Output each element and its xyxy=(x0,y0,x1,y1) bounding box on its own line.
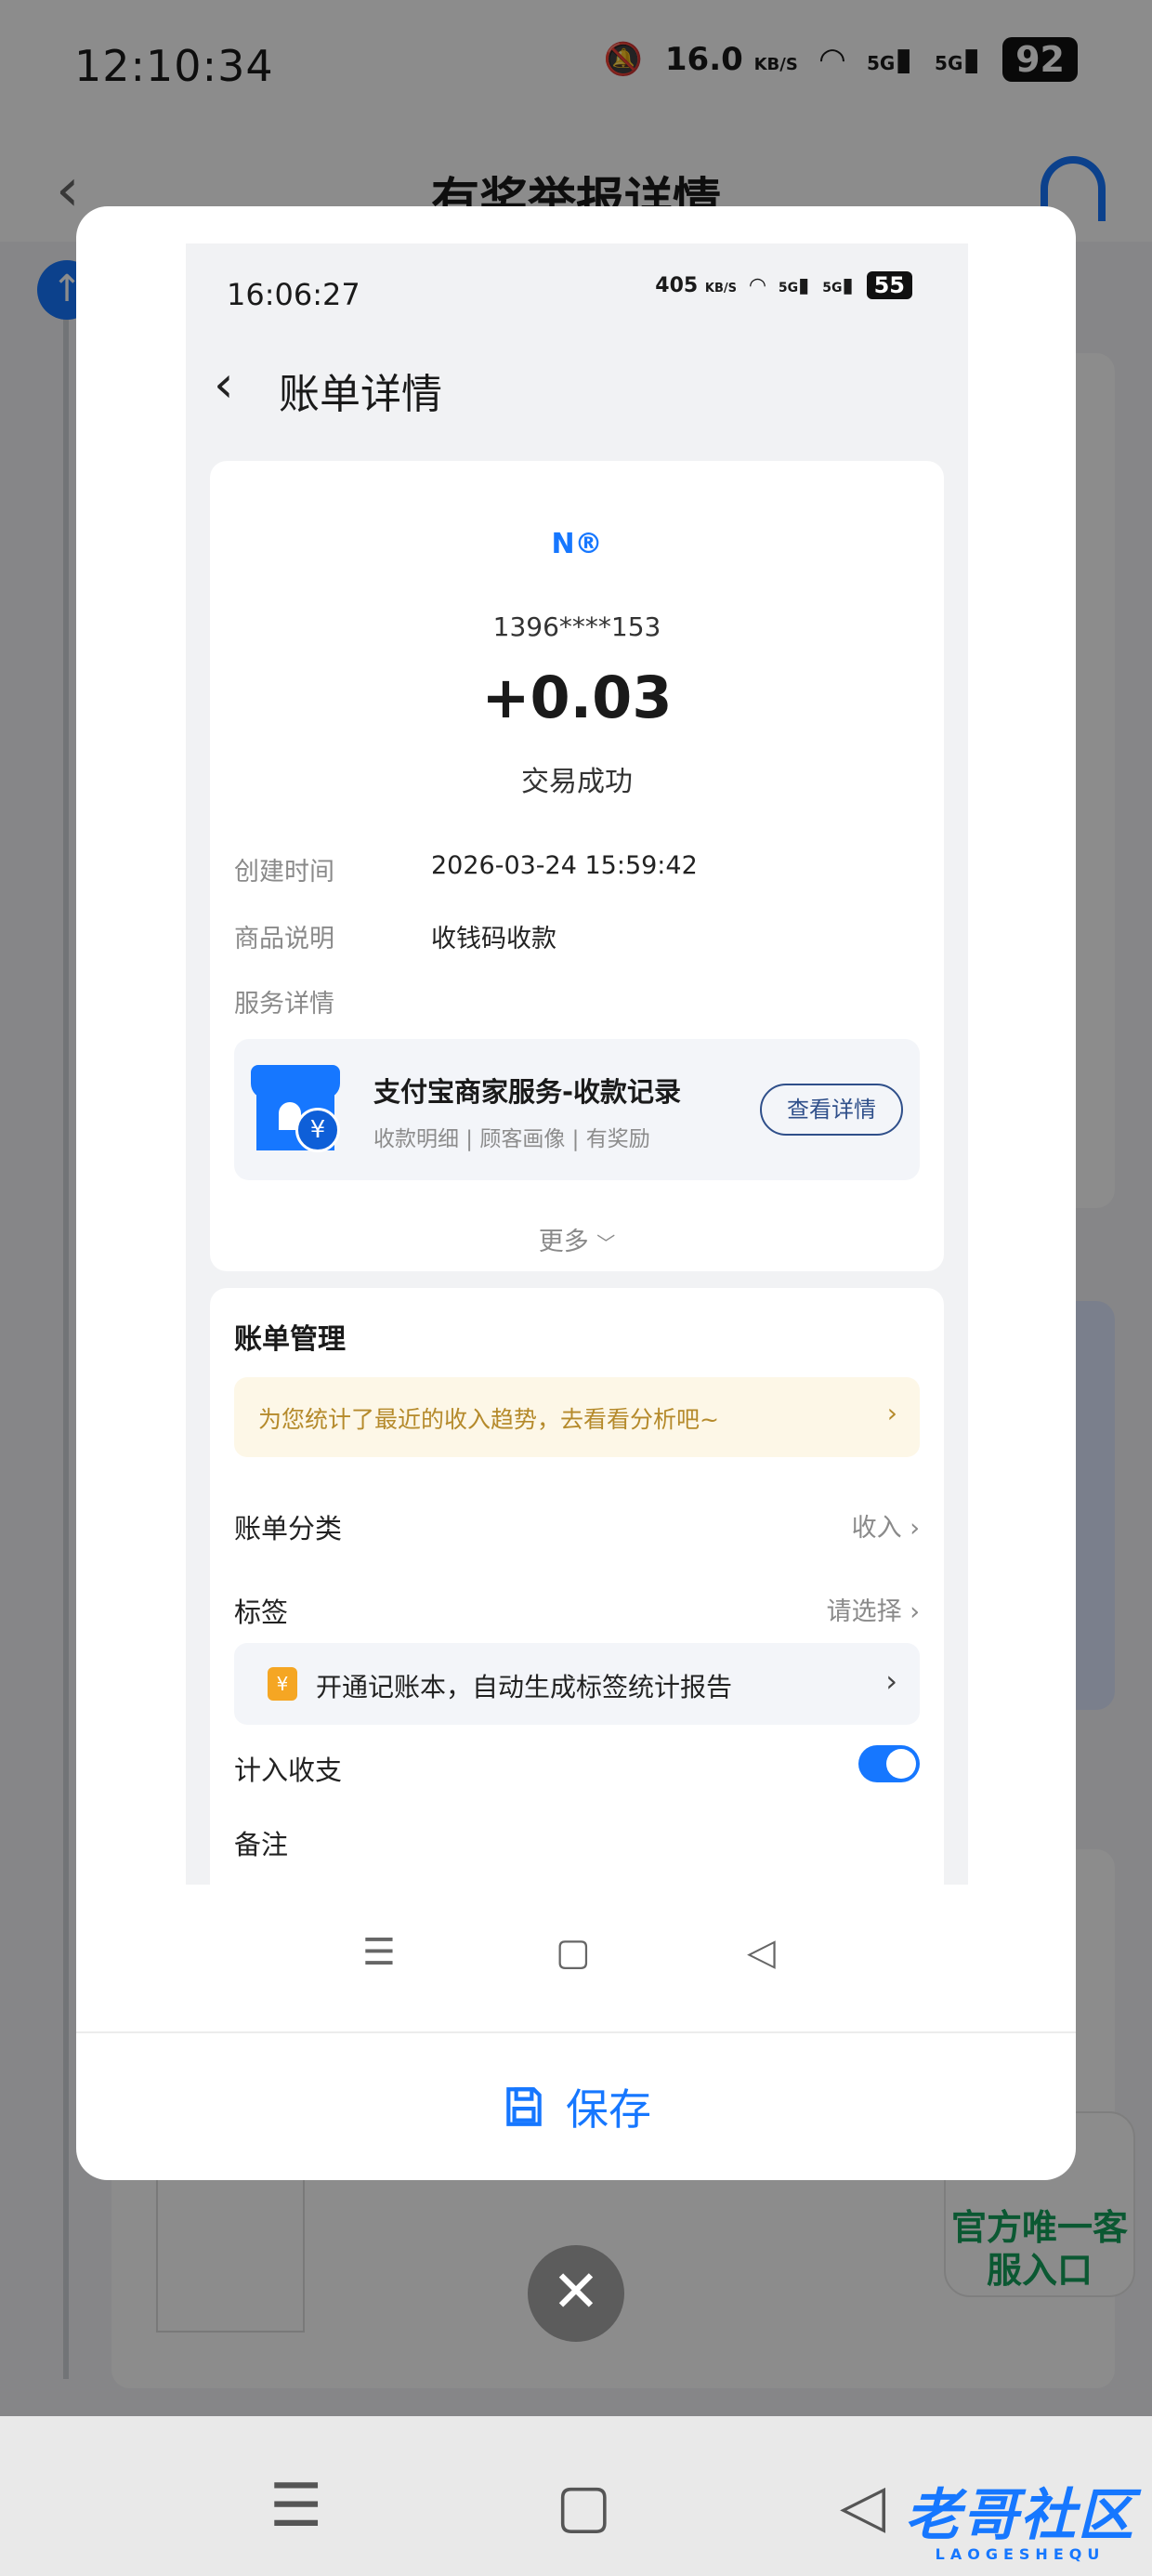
watermark-logo: 老哥社区 LAOGESHEQU xyxy=(905,2483,1135,2563)
home-icon[interactable]: ▢ xyxy=(556,2472,611,2541)
system-nav-bar: ☰ ▢ ◁ 老哥社区 LAOGESHEQU xyxy=(0,2416,1152,2576)
yuan-coin-icon: ¥ xyxy=(295,1108,340,1152)
chevron-right-icon: › xyxy=(886,1398,897,1428)
view-details-button: 查看详情 xyxy=(760,1084,903,1136)
merchant-logo: N® xyxy=(551,528,603,560)
screenshot-status-icons: 405 KB/S ◠ 5G▮ 5G▮ 55 xyxy=(655,271,912,299)
screenshot-status-time: 16:06:27 xyxy=(227,277,360,312)
category-value: 收入 › xyxy=(851,1514,920,1543)
amount: +0.03 xyxy=(481,664,673,731)
counterparty: 1396****153 xyxy=(492,611,661,642)
image-preview-modal: 16:06:27 405 KB/S ◠ 5G▮ 5G▮ 55 ‹ 账单详情 N®… xyxy=(76,206,1076,2180)
back-triangle-icon[interactable]: ◁ xyxy=(840,2472,885,2541)
screenshot-battery-icon: 55 xyxy=(866,271,912,299)
chevron-right-icon: › xyxy=(885,1663,897,1699)
field-label: 商品说明 xyxy=(234,925,334,953)
note-label: 备注 xyxy=(234,1829,289,1860)
bill-screenshot: 16:06:27 405 KB/S ◠ 5G▮ 5G▮ 55 ‹ 账单详情 N®… xyxy=(186,243,968,2067)
bill-summary-card: N® 1396****153 +0.03 交易成功 创建时间 2026-03-2… xyxy=(210,461,944,1271)
transaction-status: 交易成功 xyxy=(521,766,633,798)
screenshot-wifi-icon: ◠ xyxy=(749,273,766,297)
count-toggle xyxy=(858,1745,920,1782)
shop-icon: ¥ xyxy=(251,1065,340,1152)
screenshot-back-triangle-icon: ◁ xyxy=(747,1931,776,1974)
save-button[interactable]: 保存 xyxy=(76,2033,1076,2180)
tip-text: 为您统计了最近的收入趋势，去看看分析吧~ xyxy=(258,1406,719,1433)
more-toggle: 更多 ﹀ xyxy=(538,1228,616,1256)
screenshot-menu-icon: ☰ xyxy=(362,1931,396,1974)
merchant-service-box: ¥ 支付宝商家服务-收款记录 收款明细 | 顾客画像 | 有奖励 查看详情 xyxy=(234,1039,920,1180)
screenshot-page-title: 账单详情 xyxy=(279,371,442,418)
management-title: 账单管理 xyxy=(234,1323,346,1356)
ledger-text: 开通记账本，自动生成标签统计报告 xyxy=(316,1672,733,1702)
screenshot-network-speed: 405 KB/S xyxy=(655,273,737,297)
tag-value: 请选择 › xyxy=(826,1597,920,1626)
screenshot-signal-icon-1: 5G▮ xyxy=(778,273,810,297)
screenshot-home-icon: ▢ xyxy=(556,1931,591,1974)
chevron-right-icon: › xyxy=(910,1514,920,1543)
category-label: 账单分类 xyxy=(234,1513,343,1544)
income-trend-tip: 为您统计了最近的收入趋势，去看看分析吧~ › xyxy=(234,1377,920,1457)
service-title: 支付宝商家服务-收款记录 xyxy=(373,1076,682,1108)
screenshot-signal-icon-2: 5G▮ xyxy=(822,273,854,297)
chevron-down-icon: ﹀ xyxy=(596,1232,616,1255)
field-value: 2026-03-24 15:59:42 xyxy=(431,851,698,880)
close-button[interactable]: ✕ xyxy=(528,2245,624,2342)
save-label: 保存 xyxy=(566,2084,651,2135)
ledger-book-icon: ¥ xyxy=(268,1667,297,1701)
field-label: 创建时间 xyxy=(234,858,334,887)
ledger-promo: ¥ 开通记账本，自动生成标签统计报告 › xyxy=(234,1643,920,1725)
screenshot-back-icon: ‹ xyxy=(214,355,234,414)
count-label: 计入收支 xyxy=(234,1755,343,1786)
menu-icon[interactable]: ☰ xyxy=(269,2472,322,2541)
service-section-label: 服务详情 xyxy=(234,990,334,1019)
service-subtitle: 收款明细 | 顾客画像 | 有奖励 xyxy=(373,1127,650,1151)
tag-label: 标签 xyxy=(234,1597,289,1628)
field-value: 收钱码收款 xyxy=(431,925,556,953)
save-icon xyxy=(506,2087,542,2126)
chevron-right-icon: › xyxy=(910,1597,920,1626)
